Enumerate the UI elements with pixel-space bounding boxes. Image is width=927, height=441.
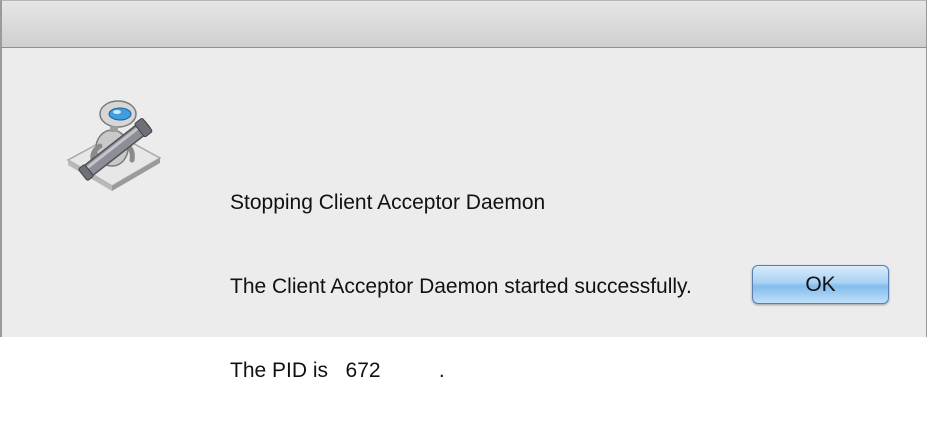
- ok-button[interactable]: OK: [752, 265, 889, 304]
- alert-message: Stopping Client Acceptor Daemon The Clie…: [230, 133, 692, 441]
- title-bar[interactable]: [0, 0, 927, 48]
- message-line-pid: The PID is 672 .: [230, 359, 445, 382]
- message-line-status: The Client Acceptor Daemon started succe…: [230, 275, 692, 298]
- message-line-title: Stopping Client Acceptor Daemon: [230, 191, 546, 214]
- automator-robot-icon: [66, 100, 162, 191]
- alert-dialog: Stopping Client Acceptor Daemon The Clie…: [0, 0, 927, 382]
